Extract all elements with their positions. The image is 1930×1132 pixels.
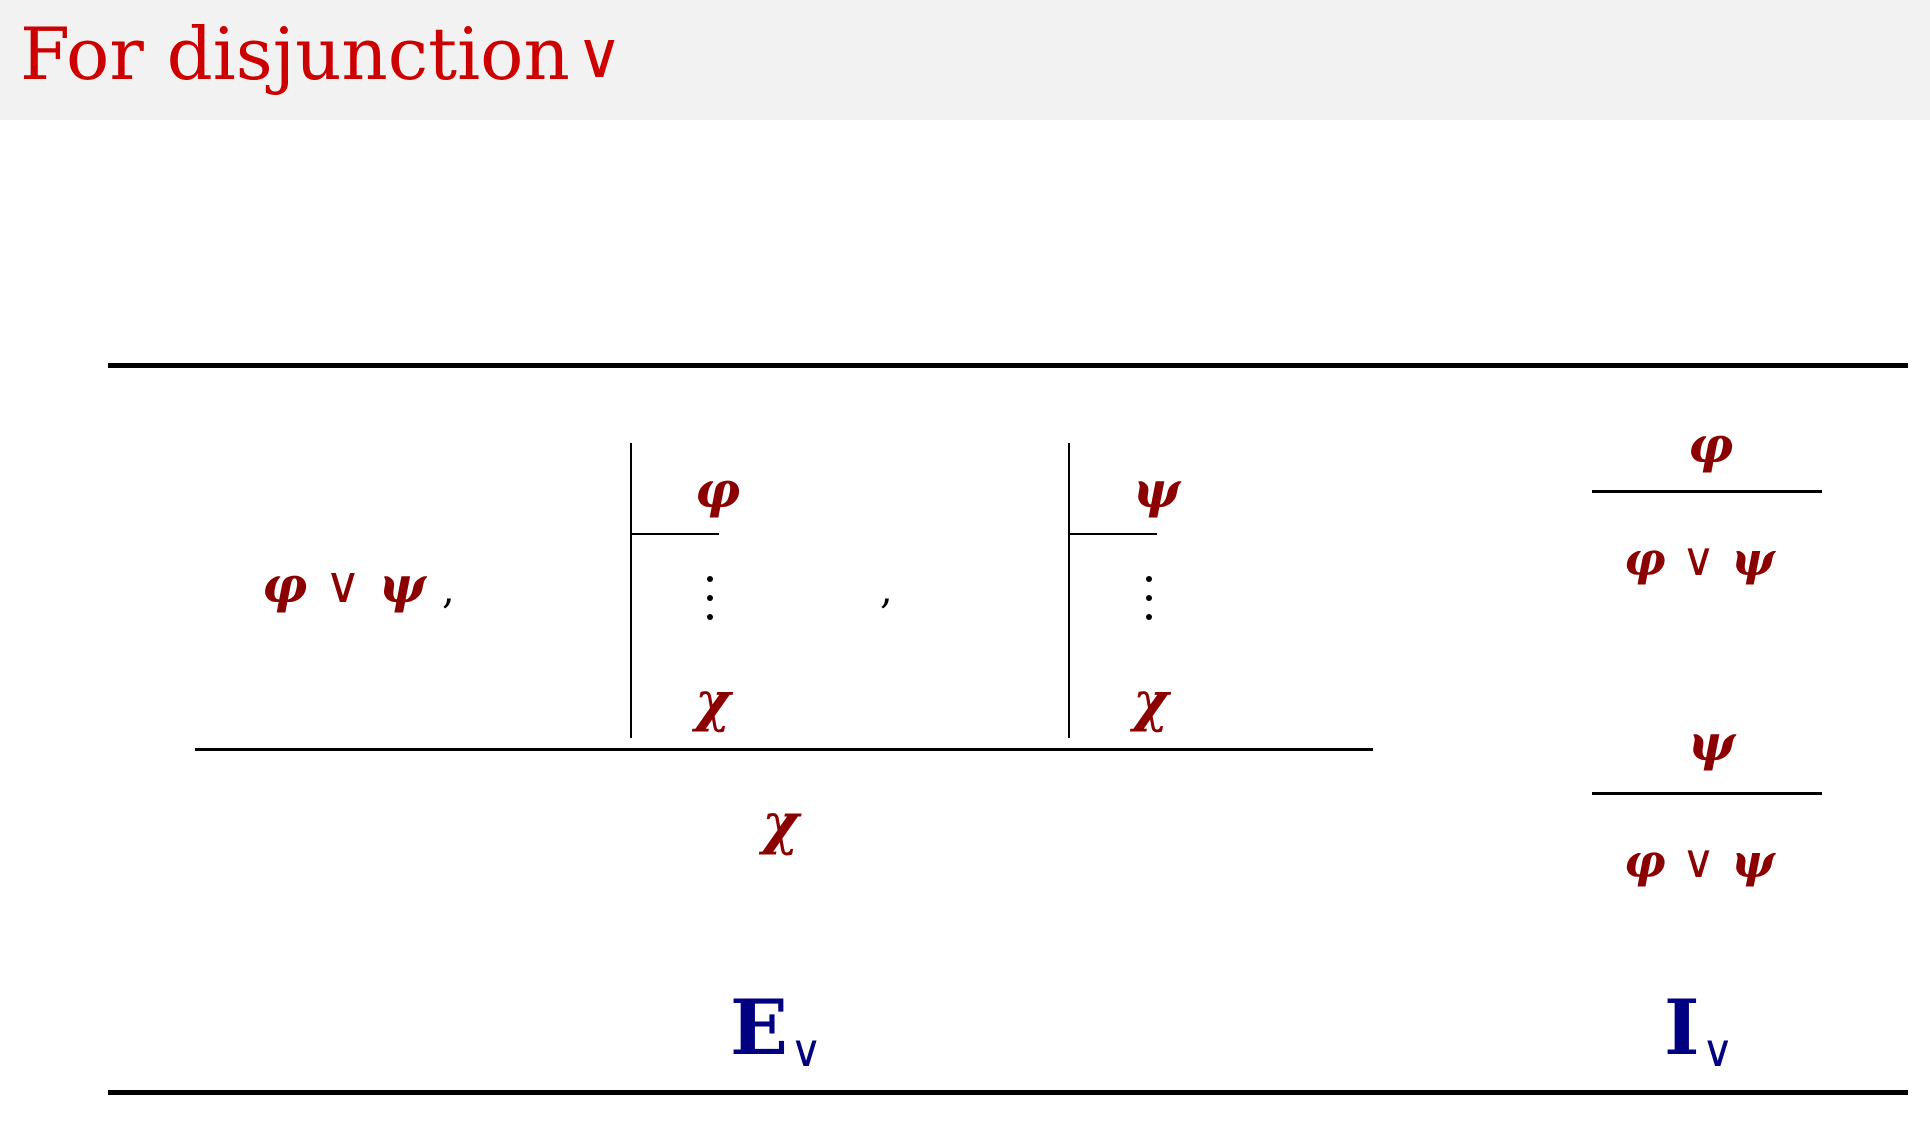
intro1-conclusion: φ ∨ ψ [1624, 536, 1775, 582]
subproof-left-conclusion: χ [695, 669, 731, 733]
intro2-conclusion-left: φ [1624, 834, 1666, 888]
elim-major-left: φ [262, 555, 308, 614]
intro1-conclusion-left: φ [1624, 532, 1666, 586]
subproof-right-bar [1068, 443, 1070, 738]
title-disjunction-symbol: ∨ [575, 19, 623, 93]
elim-major-premise: φ ∨ ψ [262, 560, 426, 611]
intro2-inference-line [1592, 792, 1822, 795]
intro-label-sub: ∨ [1701, 1026, 1734, 1077]
subproof-left-assumption-line [631, 533, 719, 535]
subproof-right-vdots [1146, 576, 1154, 633]
subproof-left-vdots [707, 576, 715, 633]
intro2-conclusion-right: ψ [1731, 834, 1775, 888]
elim-comma-2: , [880, 567, 893, 613]
subproof-right-assumption-line [1069, 533, 1157, 535]
intro1-premise: φ [1688, 415, 1734, 474]
title-bar: For disjunction∨ [0, 0, 1930, 120]
elim-comma-1: , [442, 567, 455, 613]
intro1-inference-line [1592, 490, 1822, 493]
intro2-conclusion-op: ∨ [1681, 834, 1716, 888]
subproof-left-assumption: φ [695, 460, 741, 519]
subproof-right-conclusion: χ [1133, 669, 1169, 733]
elim-major-op: ∨ [324, 556, 362, 614]
intro2-conclusion: φ ∨ ψ [1624, 838, 1775, 884]
intro2-premise: ψ [1688, 713, 1736, 772]
slide: For disjunction∨ φ ∨ ψ , φ χ , ψ χ χ E∨ … [0, 0, 1930, 1132]
elim-label-sub: ∨ [789, 1026, 823, 1077]
intro1-conclusion-right: ψ [1731, 532, 1775, 586]
elim-major-right: ψ [378, 555, 426, 614]
intro-label-main: I [1664, 983, 1700, 1072]
subproof-left-bar [630, 443, 632, 738]
subproof-right-assumption: ψ [1133, 460, 1181, 519]
elim-conclusion: χ [762, 791, 799, 857]
elim-label-main: E [730, 983, 788, 1072]
elim-inference-line [195, 748, 1373, 751]
slide-title: For disjunction∨ [20, 4, 623, 106]
intro1-conclusion-op: ∨ [1681, 532, 1716, 586]
title-text: For disjunction [20, 12, 570, 96]
elim-rule-label: E∨ [730, 990, 822, 1074]
table-top-rule [108, 363, 1908, 368]
table-bottom-rule [108, 1090, 1908, 1095]
intro-rule-label: I∨ [1664, 990, 1734, 1074]
